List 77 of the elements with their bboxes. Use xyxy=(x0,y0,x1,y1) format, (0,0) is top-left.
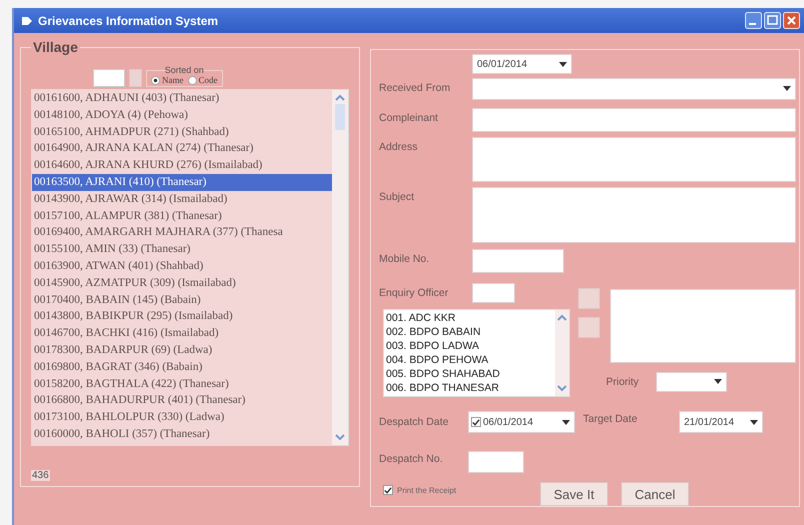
checkmark-icon[interactable] xyxy=(472,418,480,426)
village-item[interactable]: 00178300, BADARPUR (69) (Ladwa) xyxy=(32,342,332,359)
sort-radio[interactable]: Code xyxy=(188,75,218,85)
village-item[interactable]: 00158200, BAGTHALA (422) (Thanesar) xyxy=(32,376,332,392)
text-area[interactable] xyxy=(472,136,796,182)
dropdown-arrow-icon[interactable] xyxy=(562,420,570,424)
sort-label: Sorted on xyxy=(164,65,204,75)
remove-button[interactable] xyxy=(578,316,600,338)
officer-item[interactable]: 004. BDPO PEHOWA xyxy=(384,352,555,367)
village-item[interactable]: 00163500, AJRANI (410) (Thanesar) xyxy=(32,174,332,191)
add-button[interactable] xyxy=(578,288,600,309)
field-label: Mobile No. xyxy=(379,252,430,267)
field-label: Address xyxy=(379,140,419,155)
input-field[interactable] xyxy=(472,248,564,273)
window-title: Grievances Information System xyxy=(38,14,220,28)
scrollbar[interactable] xyxy=(332,90,348,445)
village-item[interactable]: 00146700, BACHKI (416) (Ismailabad) xyxy=(32,325,332,342)
despatch-date-picker[interactable]: 06/01/2014 xyxy=(468,411,575,433)
village-item[interactable]: 00163900, ATWAN (401) (Shahbad) xyxy=(32,258,332,275)
text-area[interactable] xyxy=(472,187,796,243)
save-button[interactable]: Save It xyxy=(540,482,608,506)
input-field[interactable] xyxy=(472,108,796,132)
officer-item[interactable]: 002. BDPO BABAIN xyxy=(384,324,555,339)
field-label: Enquiry Officer xyxy=(379,286,450,301)
officer-code-field[interactable] xyxy=(472,282,515,303)
village-item[interactable]: 00169400, AMARGARH MAJHARA (377) (Thanesa xyxy=(32,224,332,242)
window-icon xyxy=(22,16,32,24)
sort-radio[interactable]: Name xyxy=(151,75,184,85)
group-title: Village xyxy=(32,39,79,55)
close-button[interactable] xyxy=(783,12,800,29)
scroll-up-icon[interactable] xyxy=(335,94,345,102)
scroll-down-icon[interactable] xyxy=(557,384,567,392)
scrollbar[interactable] xyxy=(555,310,569,396)
village-item[interactable]: 00157100, ALAMPUR (381) (Thanesar) xyxy=(32,208,332,224)
village-item[interactable]: 00170400, BABAIN (145) (Babain) xyxy=(32,292,332,308)
field-label: Despatch No. xyxy=(379,452,444,467)
field-label: Subject xyxy=(379,190,416,206)
scroll-down-icon[interactable] xyxy=(335,433,345,441)
field-label: Priority xyxy=(606,376,640,388)
village-item[interactable]: 00148100, ADOYA (4) (Pehowa) xyxy=(32,106,332,124)
officer-item[interactable]: 003. BDPO LADWA xyxy=(384,338,555,353)
village-item[interactable]: 00145900, AZMATPUR (309) (Ismailabad) xyxy=(32,274,332,292)
village-item[interactable]: 00164600, AJRANA KHURD (276) (Ismailabad) xyxy=(32,157,332,174)
input-field[interactable] xyxy=(468,451,524,473)
village-item[interactable]: 00164900, AJRANA KALAN (274) (Thanesar) xyxy=(32,140,332,158)
dropdown-arrow-icon[interactable] xyxy=(714,379,722,384)
record-count: 436 xyxy=(31,470,50,481)
text-area[interactable] xyxy=(610,288,796,363)
dropdown-arrow-icon[interactable] xyxy=(559,62,567,66)
field-label: Compleinant xyxy=(379,110,439,126)
village-item[interactable]: 00160000, BAHOLI (357) (Thanesar) xyxy=(32,426,332,443)
village-item[interactable]: 00165100, AHMADPUR (271) (Shahbad) xyxy=(32,124,332,140)
field-label: Despatch Date xyxy=(379,416,450,428)
minimize-button[interactable] xyxy=(745,12,762,29)
cancel-button[interactable]: Cancel xyxy=(621,482,689,506)
village-item[interactable]: 00161600, ADHAUNI (403) (Thanesar) xyxy=(32,90,332,107)
village-item[interactable]: 00173100, BAHLOLPUR (330) (Ladwa) xyxy=(32,409,332,426)
scroll-thumb[interactable] xyxy=(335,104,345,130)
village-item[interactable]: 00143900, AJRAWAR (314) (Ismailabad) xyxy=(32,190,332,208)
officer-item[interactable]: 006. BDPO THANESAR xyxy=(384,380,555,395)
village-item[interactable]: 00155100, AMIN (33) (Thanesar) xyxy=(32,241,332,258)
officer-item[interactable]: 005. BDPO SHAHABAD xyxy=(384,366,555,381)
village-item[interactable]: 00169800, BAGRAT (346) (Babain) xyxy=(32,358,332,376)
village-item[interactable]: 00166800, BAHADURPUR (401) (Thanesar) xyxy=(32,392,332,410)
scroll-up-icon[interactable] xyxy=(557,314,567,322)
dropdown-arrow-icon[interactable] xyxy=(783,86,791,92)
checkmark-icon[interactable] xyxy=(384,486,392,494)
search-field[interactable] xyxy=(93,69,125,87)
field-label: Target Date xyxy=(583,413,638,425)
maximize-button[interactable] xyxy=(764,12,781,29)
date-picker[interactable]: 06/01/2014 xyxy=(472,54,572,74)
field-label: Received From xyxy=(379,81,452,96)
target-date-picker[interactable]: 21/01/2014 xyxy=(679,411,763,433)
officer-item[interactable]: 001. ADC KKR xyxy=(384,310,555,325)
print-receipt-checkbox[interactable]: Print the Receipt xyxy=(383,485,540,495)
village-item[interactable]: 00143800, BABIKPUR (295) (Ismailabad) xyxy=(32,308,332,326)
dropdown-arrow-icon[interactable] xyxy=(750,420,758,424)
